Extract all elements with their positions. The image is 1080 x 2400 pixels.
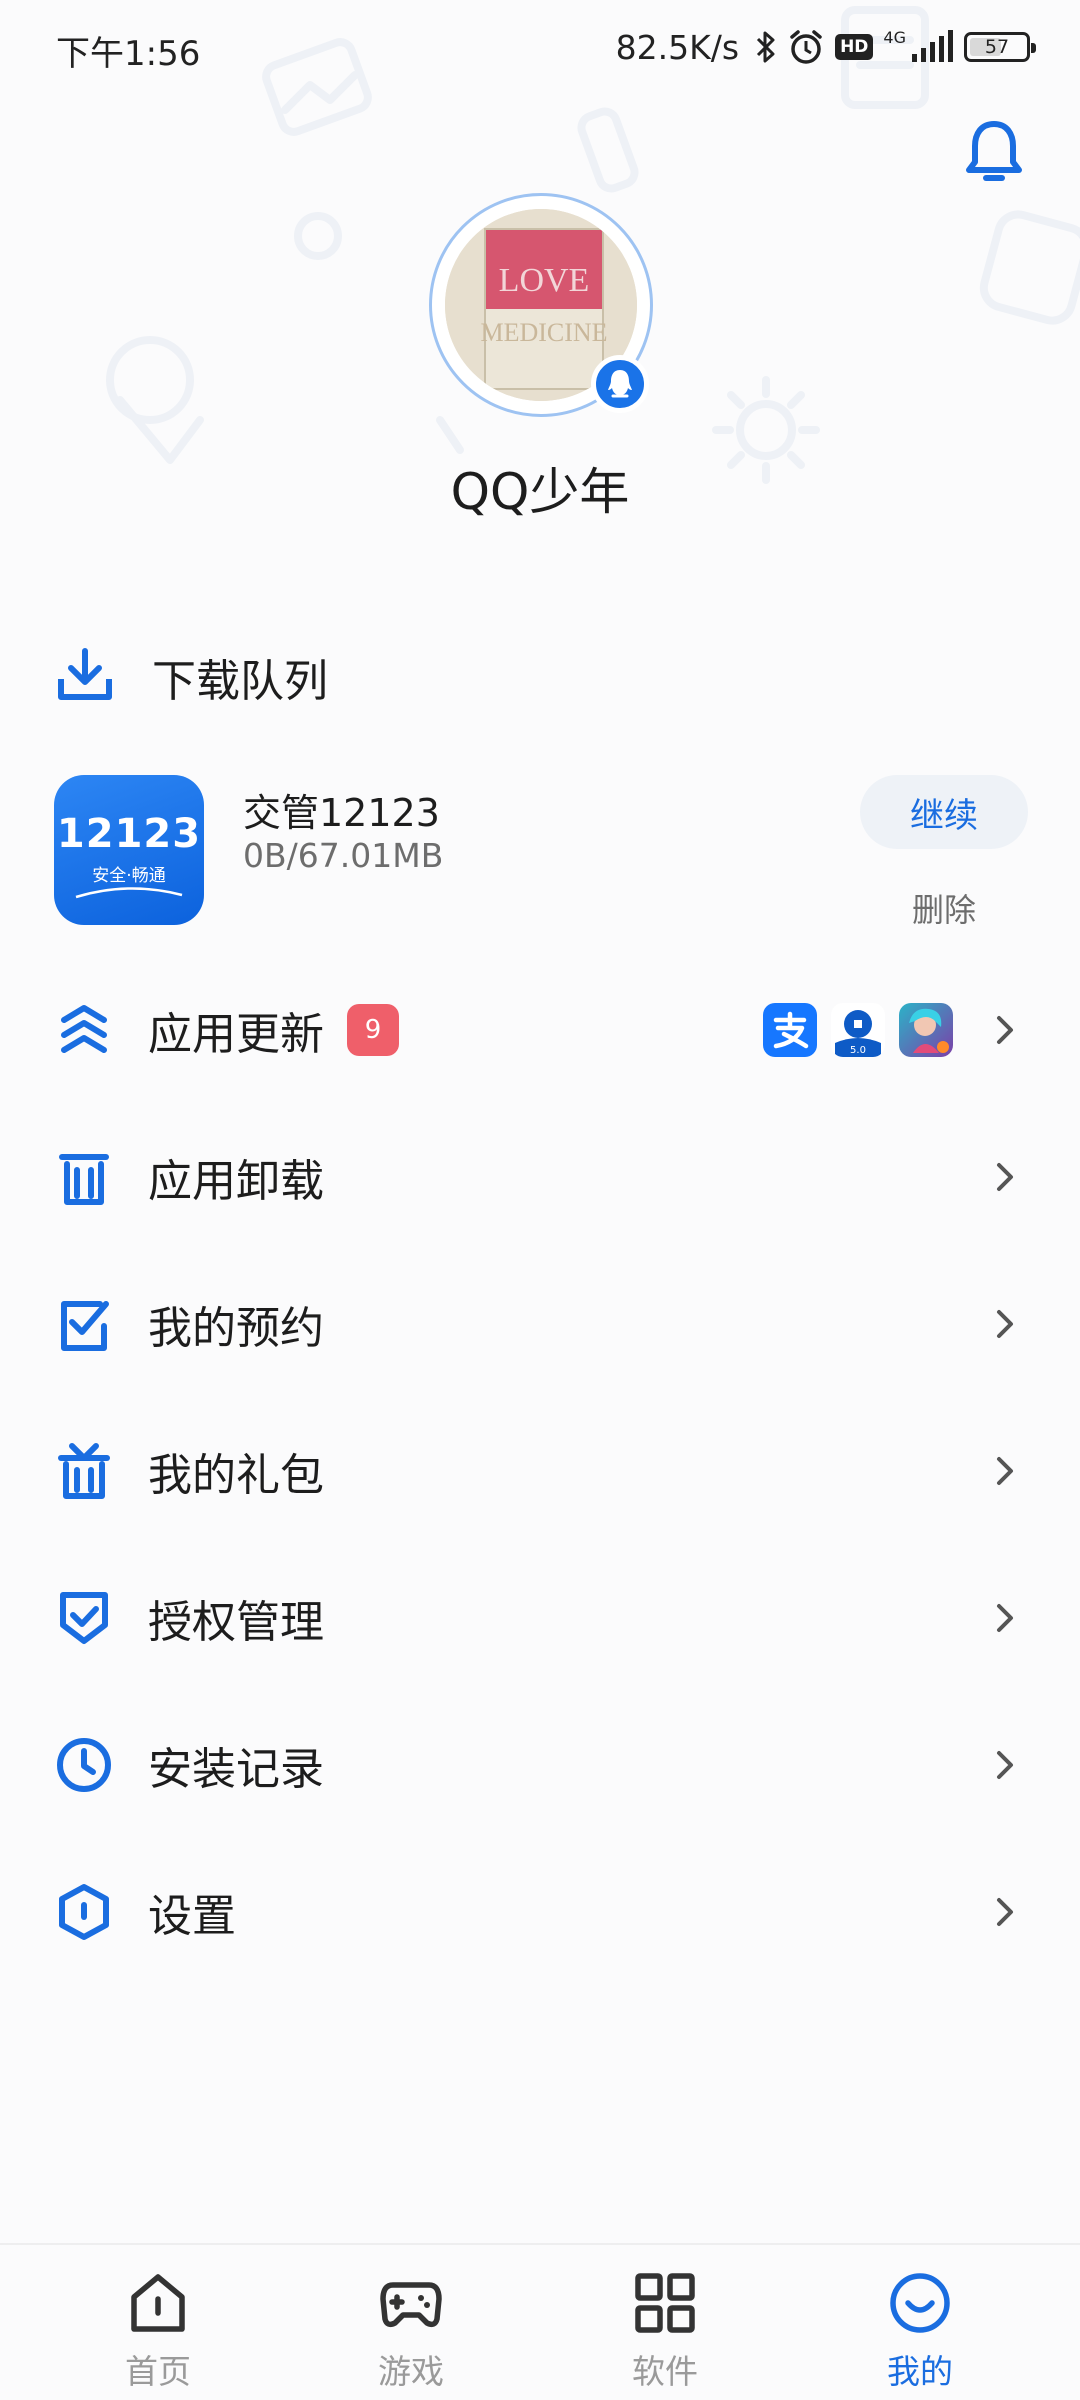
net-speed: 82.5K/s [615, 27, 740, 67]
menu-my-reservations[interactable]: 我的预约 [0, 1254, 1080, 1394]
avatar-text-medicine: MEDICINE [480, 318, 607, 347]
nav-home-label: 首页 [125, 2352, 191, 2391]
ccb-version-text: 5.0 [850, 1045, 866, 1056]
my-page: 下午1:56 82.5K/s HD 4G 57 LOVE MEDICINE QQ… [0, 0, 1080, 2400]
menu-label: 我的预约 [148, 1303, 324, 1354]
grid-icon [635, 2273, 695, 2333]
app-icon-swoosh [75, 887, 183, 899]
menu-settings[interactable]: 设置 [0, 1842, 1080, 1982]
chevron-right-icon [997, 1898, 1013, 1926]
signal-icon [910, 30, 954, 64]
menu-authorization[interactable]: 授权管理 [0, 1548, 1080, 1688]
clock-icon [52, 1733, 116, 1797]
nav-games-label: 游戏 [378, 2352, 444, 2391]
download-queue-header[interactable]: 下载队列 [56, 645, 328, 709]
ccb-icon: 5.0 [831, 1003, 885, 1057]
trash-icon [52, 1145, 116, 1209]
bluetooth-icon [755, 29, 777, 65]
username: QQ少年 [450, 463, 630, 521]
menu-install-history[interactable]: 安装记录 [0, 1695, 1080, 1835]
menu-app-update[interactable]: 应用更新 9 5.0 [0, 960, 1080, 1100]
chevron-right-icon [997, 1751, 1013, 1779]
chevron-right-icon [997, 1457, 1013, 1485]
nav-mine-label: 我的 [887, 2352, 953, 2391]
menu-app-uninstall[interactable]: 应用卸载 [0, 1107, 1080, 1247]
game-icon [899, 1003, 953, 1057]
chevron-right-icon [997, 1016, 1013, 1044]
app-name: 交管12123 [243, 791, 440, 835]
checkbox-icon [52, 1292, 116, 1356]
network-type: 4G [883, 27, 906, 47]
download-icon [56, 647, 114, 707]
home-icon [131, 2274, 185, 2332]
hexagon-settings-icon [52, 1880, 116, 1944]
menu-label: 应用卸载 [148, 1156, 324, 1207]
nav-mine[interactable]: 我的 [820, 2245, 1020, 2400]
qq-penguin-icon [591, 355, 649, 413]
update-count-badge: 9 [347, 1004, 399, 1056]
menu-label: 授权管理 [148, 1597, 324, 1648]
chevron-right-icon [997, 1163, 1013, 1191]
alipay-icon [763, 1003, 817, 1057]
app-12123-icon[interactable]: 12123 安全·畅通 [54, 775, 204, 925]
alarm-icon [787, 28, 825, 66]
notification-bell-icon[interactable] [964, 118, 1024, 188]
gift-icon [52, 1439, 116, 1503]
status-indicators: 82.5K/s HD 4G 57 [615, 22, 1036, 72]
nav-games[interactable]: 游戏 [311, 2245, 511, 2400]
menu-label: 我的礼包 [148, 1450, 324, 1501]
menu-label: 设置 [148, 1891, 236, 1942]
menu-my-gifts[interactable]: 我的礼包 [0, 1401, 1080, 1541]
chevron-right-icon [997, 1310, 1013, 1338]
battery-level: 57 [984, 36, 1010, 58]
avatar-text-love: LOVE [499, 262, 590, 299]
delete-button[interactable]: 删除 [860, 885, 1028, 931]
app-icon-subtext: 安全·畅通 [92, 866, 166, 886]
nav-software-label: 软件 [632, 2352, 698, 2391]
battery-indicator: 57 [964, 32, 1036, 62]
chevrons-up-icon [52, 998, 116, 1062]
download-item: 12123 安全·畅通 交管12123 0B/67.01MB 继续 删除 [0, 775, 1080, 935]
menu-label: 安装记录 [148, 1744, 324, 1795]
status-bar: 下午1:56 82.5K/s HD 4G 57 [0, 0, 1080, 96]
nav-software[interactable]: 软件 [565, 2245, 765, 2400]
download-queue-title: 下载队列 [152, 656, 328, 707]
menu-label: 应用更新 [148, 1009, 324, 1060]
nav-home[interactable]: 首页 [58, 2245, 258, 2400]
status-time: 下午1:56 [56, 34, 201, 74]
bottom-navigation: 首页 游戏 软件 我的 [0, 2243, 1080, 2400]
hd-badge: HD [835, 34, 874, 60]
smile-icon [890, 2273, 950, 2333]
shield-check-icon [52, 1586, 116, 1650]
gamepad-icon [380, 2282, 442, 2328]
download-progress-text: 0B/67.01MB [243, 836, 444, 875]
chevron-right-icon [997, 1604, 1013, 1632]
app-icon-number: 12123 [56, 811, 202, 857]
continue-button[interactable]: 继续 [860, 775, 1028, 849]
